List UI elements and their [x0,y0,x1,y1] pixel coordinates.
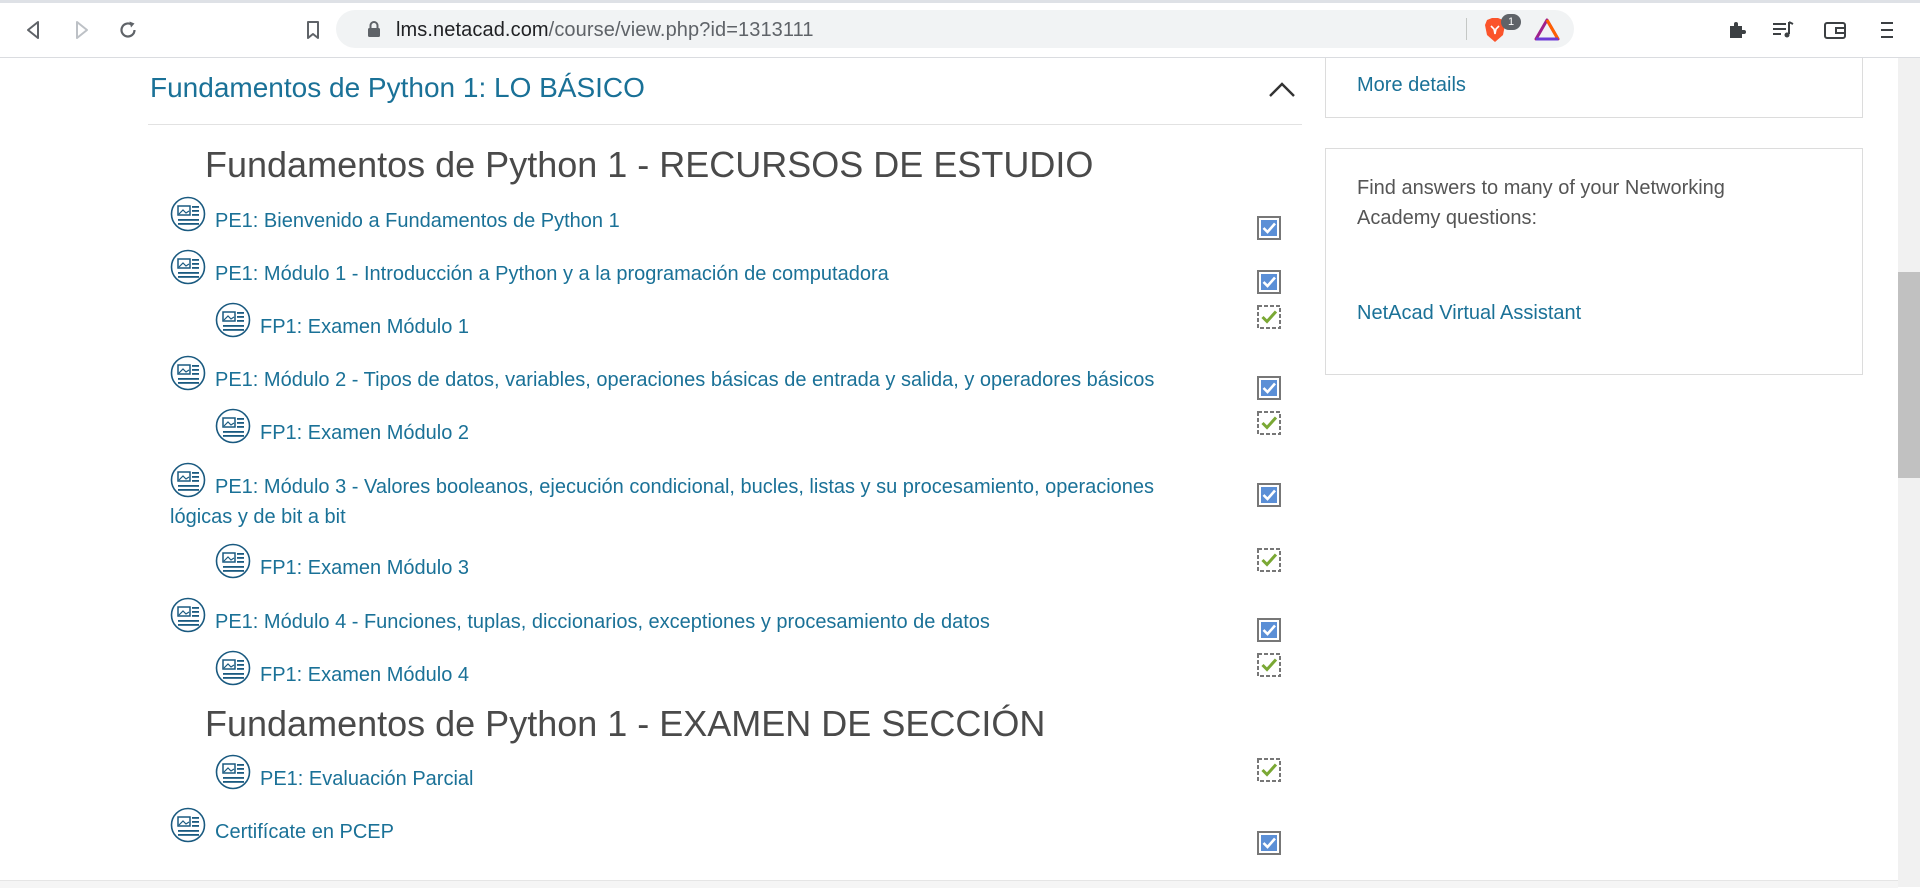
activity-item: PE1: Evaluación Parcial [215,754,1235,804]
back-arrow-icon [27,21,39,39]
address-bar[interactable]: lms.netacad.com/course/view.php?id=13131… [336,10,1574,48]
bookmark-button[interactable] [299,16,327,44]
completion-checkbox-icon[interactable] [1257,483,1281,507]
activity-link[interactable]: PE1: Módulo 4 - Funciones, tuplas, dicci… [215,607,990,637]
activity-link[interactable]: PE1: Bienvenido a Fundamentos de Python … [215,206,620,236]
lock-icon [368,21,380,37]
scrollbar-thumb[interactable] [1898,272,1920,478]
section-heading: Fundamentos de Python 1: LO BÁSICO [150,72,645,103]
activity-item: FP1: Examen Módulo 2 [215,408,1235,458]
more-details-link[interactable]: More details [1357,74,1466,97]
browser-toolbar: lms.netacad.com/course/view.php?id=13131… [0,0,1920,58]
completion-checkbox-icon[interactable] [1257,376,1281,400]
completion-checkbox-icon[interactable] [1257,216,1281,240]
course-section-header: Fundamentos de Python 1: LO BÁSICO [148,58,1302,125]
virtual-assistant-link[interactable]: NetAcad Virtual Assistant [1357,302,1581,325]
browser-menu-button[interactable] [1872,15,1902,45]
exam-section-title: Fundamentos de Python 1 - EXAMEN DE SECC… [205,703,1046,744]
activity-link[interactable]: PE1: Módulo 3 - Valores booleanos, ejecu… [170,472,1205,532]
auto-completion-check-icon[interactable] [1257,758,1281,782]
collapse-chevron-up-icon[interactable] [1268,80,1296,98]
forward-button[interactable] [67,16,95,44]
wallet-icon [1824,22,1846,39]
activity-link[interactable]: PE1: Módulo 2 - Tipos de datos, variable… [215,365,1154,395]
page-resource-icon [215,650,251,686]
activity-item: FP1: Examen Módulo 4 [215,650,1235,700]
page-resource-icon [215,754,251,790]
auto-completion-check-icon[interactable] [1257,305,1281,329]
activity-link[interactable]: PE1: Módulo 1 - Introducción a Python y … [215,259,889,289]
wallet-button[interactable] [1820,15,1850,45]
page-resource-icon [170,597,206,633]
forward-arrow-icon [76,21,88,39]
study-resources-title: Fundamentos de Python 1 - RECURSOS DE ES… [205,144,1094,185]
auto-completion-check-icon[interactable] [1257,548,1281,572]
activity-link[interactable]: FP1: Examen Módulo 2 [260,418,469,448]
reload-icon [120,21,136,38]
activity-link[interactable]: PE1: Evaluación Parcial [260,764,473,794]
activity-item: PE1: Módulo 3 - Valores booleanos, ejecu… [170,462,1235,528]
extensions-button[interactable] [1722,15,1752,45]
page-resource-icon [170,355,206,391]
reload-button[interactable] [114,16,142,44]
activity-item: FP1: Examen Módulo 1 [215,302,1235,352]
completion-checkbox-icon[interactable] [1257,270,1281,294]
activity-item: PE1: Bienvenido a Fundamentos de Python … [170,196,1235,246]
shields-count-badge: 1 [1501,14,1521,30]
puzzle-icon [1730,22,1746,38]
activity-link[interactable]: FP1: Examen Módulo 4 [260,660,469,690]
completion-checkbox-icon[interactable] [1257,618,1281,642]
activity-link[interactable]: FP1: Examen Módulo 3 [260,553,469,583]
auto-completion-check-icon[interactable] [1257,653,1281,677]
activity-item: PE1: Módulo 1 - Introducción a Python y … [170,249,1235,299]
page-resource-icon [215,408,251,444]
playlist-icon [1773,21,1794,38]
activity-link[interactable]: FP1: Examen Módulo 1 [260,312,469,342]
activity-link[interactable]: Certifícate en PCEP [215,817,394,847]
bookmark-icon [307,21,319,39]
url-host: lms.netacad.com [396,19,549,41]
brave-rewards-button[interactable] [1532,15,1562,45]
tab-strip-edge [0,0,1920,3]
activity-item: Certifícate en PCEP [170,807,1235,857]
page-resource-icon [215,302,251,338]
page-resource-icon [170,196,206,232]
activity-item: PE1: Módulo 2 - Tipos de datos, variable… [170,355,1235,405]
auto-completion-check-icon[interactable] [1257,411,1281,435]
course-page: Fundamentos de Python 1: LO BÁSICO Funda… [0,58,1898,887]
help-text: Find answers to many of your Networking … [1357,177,1725,229]
media-playlist-button[interactable] [1768,15,1798,45]
activity-item: PE1: Módulo 4 - Funciones, tuplas, dicci… [170,597,1235,647]
omnibox-divider [1466,18,1467,40]
page-resource-icon [170,249,206,285]
url-text: lms.netacad.com/course/view.php?id=13131… [396,19,814,42]
page-resource-icon [170,807,206,843]
url-path: /course/view.php?id=1313111 [548,19,814,41]
activity-item: FP1: Examen Módulo 3 [215,543,1235,593]
hamburger-menu-icon [1881,22,1893,38]
page-resource-icon [215,543,251,579]
back-button[interactable] [20,16,48,44]
course-info-card: More details [1325,58,1863,118]
help-card: Find answers to many of your Networking … [1325,148,1863,375]
completion-checkbox-icon[interactable] [1257,831,1281,855]
brave-rewards-triangle-icon [1534,18,1560,41]
